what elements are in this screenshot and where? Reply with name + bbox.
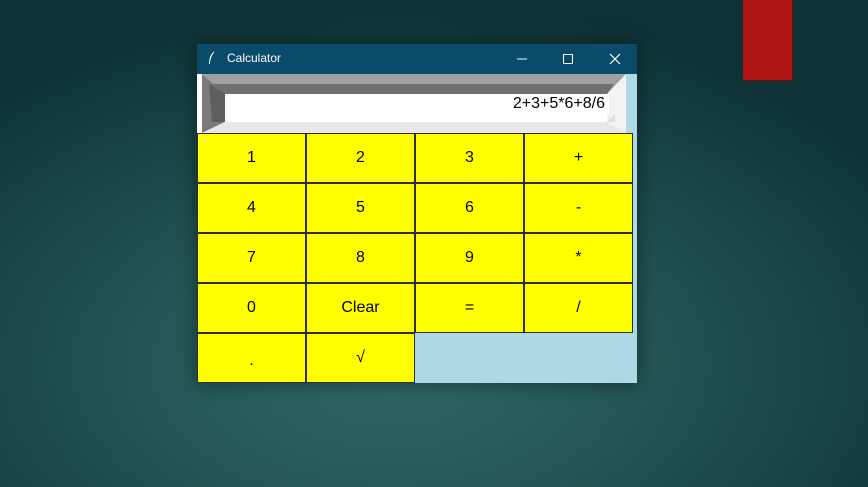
key-decimal[interactable]: . (197, 333, 306, 383)
key-label: Clear (341, 299, 380, 316)
key-4[interactable]: 4 (197, 183, 306, 233)
key-multiply[interactable]: * (524, 233, 633, 283)
key-label: / (576, 299, 581, 316)
key-2[interactable]: 2 (306, 133, 415, 183)
feather-icon (207, 50, 217, 66)
key-1[interactable]: 1 (197, 133, 306, 183)
key-label: * (575, 249, 582, 266)
expression-text: 2+3+5*6+8/6 (512, 95, 605, 112)
key-label: 4 (247, 199, 256, 216)
close-button[interactable] (591, 44, 637, 74)
key-clear[interactable]: Clear (306, 283, 415, 333)
key-label: = (464, 299, 475, 316)
key-label: 1 (247, 149, 256, 166)
title-bar[interactable]: Calculator (197, 44, 637, 74)
display-frame: 2+3+5*6+8/6 (197, 74, 626, 133)
key-label: 7 (247, 249, 256, 266)
close-icon (609, 53, 621, 65)
key-equals[interactable]: = (415, 283, 524, 333)
key-label: - (575, 199, 582, 216)
key-plus[interactable]: + (524, 133, 633, 183)
key-label: 8 (356, 249, 365, 266)
key-8[interactable]: 8 (306, 233, 415, 283)
desktop-red-panel (743, 0, 793, 81)
key-6[interactable]: 6 (415, 183, 524, 233)
key-5[interactable]: 5 (306, 183, 415, 233)
key-label: 3 (465, 149, 474, 166)
key-0[interactable]: 0 (197, 283, 306, 333)
key-9[interactable]: 9 (415, 233, 524, 283)
minimize-button[interactable] (499, 44, 545, 74)
expression-input[interactable]: 2+3+5*6+8/6 (225, 94, 609, 114)
key-label: 9 (465, 249, 474, 266)
key-label: √ (356, 349, 365, 366)
key-label: 6 (465, 199, 474, 216)
key-7[interactable]: 7 (197, 233, 306, 283)
key-label: . (249, 352, 254, 369)
key-label: 0 (247, 299, 256, 316)
maximize-icon (563, 54, 573, 64)
key-divide[interactable]: / (524, 283, 633, 333)
key-sqrt[interactable]: √ (306, 333, 415, 383)
key-minus[interactable]: - (524, 183, 633, 233)
key-3[interactable]: 3 (415, 133, 524, 183)
minimize-icon (517, 58, 527, 60)
key-label: + (573, 149, 584, 166)
window-title: Calculator (227, 51, 282, 65)
key-label: 2 (356, 149, 365, 166)
calculator-window: Calculator 2 +3+5*6+8/6 1 2 3 + 4 5 6 - 7… (197, 44, 637, 383)
maximize-button[interactable] (545, 44, 591, 74)
key-label: 5 (356, 199, 365, 216)
